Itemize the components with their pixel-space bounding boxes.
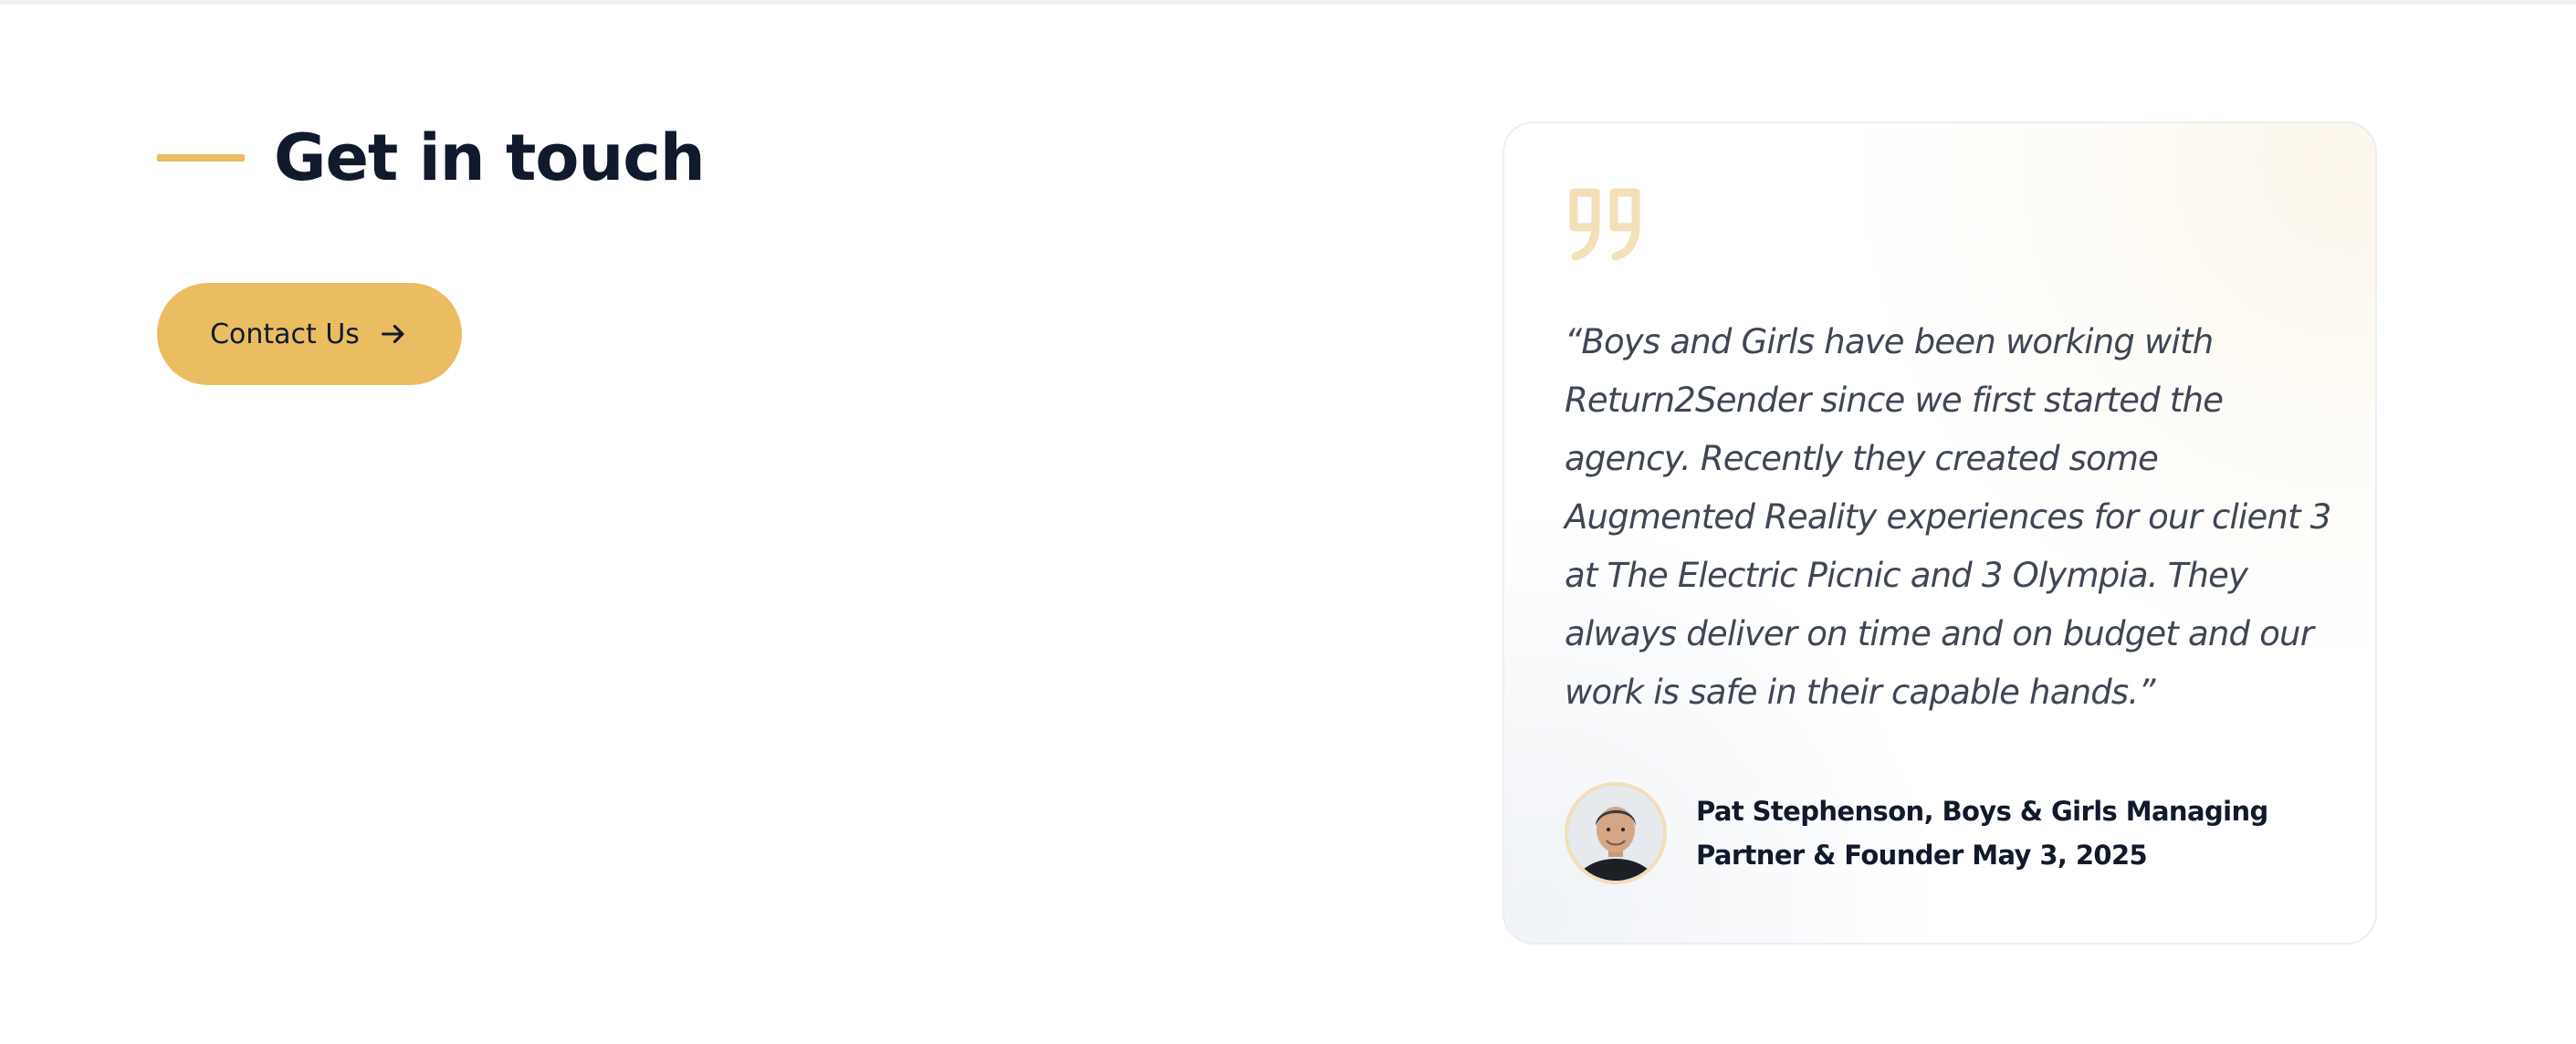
contact-us-label: Contact Us: [210, 318, 360, 350]
testimonial-author: Pat Stephenson, Boys & Girls Managing Pa…: [1565, 782, 2350, 884]
section-header: Get in touch: [157, 108, 706, 208]
heading-accent-line: [157, 154, 245, 162]
avatar: [1565, 782, 1667, 884]
arrow-right-icon: [378, 318, 409, 350]
testimonial-quote: “Boys and Girls have been working with R…: [1565, 322, 2331, 712]
top-divider: [0, 0, 2576, 5]
testimonial-date: May 3, 2025: [1972, 840, 2148, 871]
author-meta: Pat Stephenson, Boys & Girls Managing Pa…: [1696, 789, 2350, 877]
quote-icon: [1566, 185, 1647, 262]
page-title: Get in touch: [274, 120, 706, 195]
contact-us-button[interactable]: Contact Us: [157, 283, 462, 385]
testimonial-card: “Boys and Girls have been working with R…: [1503, 121, 2377, 945]
